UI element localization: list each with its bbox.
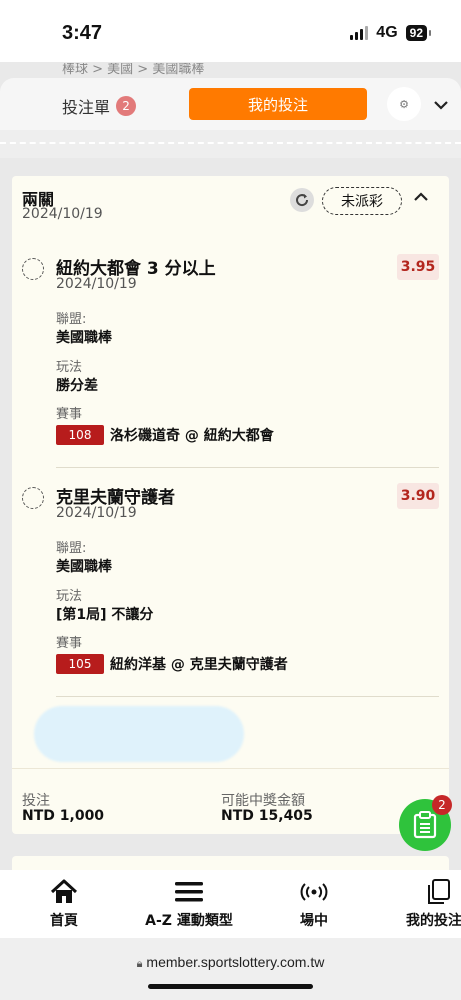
- chevron-down-icon[interactable]: [434, 95, 448, 114]
- footer-divider: [12, 768, 449, 769]
- market-label: 玩法: [56, 360, 83, 375]
- leg-divider: [56, 696, 439, 697]
- status-bar: 3:47 4G 92: [0, 0, 461, 62]
- chevron-up-icon[interactable]: [414, 190, 428, 206]
- selection-date: 2024/10/19: [56, 505, 137, 521]
- pending-icon: [22, 487, 44, 509]
- pending-icon: [22, 258, 44, 280]
- nav-home[interactable]: 首頁: [44, 878, 84, 930]
- bottom-nav: 首頁 A-Z 運動類型 場中 我的投注: [0, 870, 461, 938]
- bet-card: 兩關 2024/10/19 未派彩 紐約大都會 3 分以上 2024/10/19…: [12, 176, 449, 834]
- my-bets-button[interactable]: 我的投注: [189, 88, 367, 120]
- browser-address-bar: 🔒︎ member.sportslottery.com.tw: [0, 938, 461, 1000]
- market-label: 玩法: [56, 589, 83, 604]
- event-row: 105 紐約洋基 @ 克里夫蘭守護者: [56, 654, 288, 674]
- nav-home-label: 首頁: [50, 913, 78, 929]
- perforation-divider: [0, 130, 461, 158]
- tab-bet-slip[interactable]: 投注單 2: [62, 94, 137, 118]
- clipboard-icon: [413, 811, 437, 839]
- stake-label: 投注: [22, 793, 50, 809]
- home-indicator[interactable]: [148, 984, 313, 989]
- bet-leg: 克里夫蘭守護者 2024/10/19 3.90 聯盟: 美國職棒 玩法 [第1局…: [12, 483, 449, 683]
- nav-az-sports[interactable]: A-Z 運動類型: [139, 878, 239, 930]
- fab-count-badge: 2: [432, 795, 452, 815]
- league-label: 聯盟:: [56, 541, 87, 556]
- nav-my-bets-label: 我的投注: [406, 913, 461, 929]
- bet-slip-count: 2: [116, 96, 137, 116]
- market-value: [第1局] 不讓分: [56, 607, 154, 623]
- status-indicators: 4G 92: [350, 24, 432, 42]
- redacted-area: [34, 706, 244, 762]
- nav-live-label: 場中: [300, 913, 328, 929]
- event-row: 108 洛杉磯道奇 @ 紐約大都會: [56, 425, 274, 445]
- status-badge: 未派彩: [322, 187, 402, 215]
- odds-badge: 3.95: [397, 254, 439, 280]
- url-text: member.sportslottery.com.tw: [146, 954, 325, 970]
- status-time: 3:47: [62, 22, 103, 44]
- payout-label: 可能中獎金額: [221, 793, 305, 809]
- event-id-badge: 105: [56, 654, 104, 674]
- odds-badge: 3.90: [397, 483, 439, 509]
- event-name: 洛杉磯道奇 @ 紐約大都會: [110, 428, 274, 444]
- my-bets-icon: [426, 878, 452, 906]
- event-id-badge: 108: [56, 425, 104, 445]
- nav-live[interactable]: 場中: [294, 878, 334, 930]
- league-value: 美國職棒: [56, 559, 112, 575]
- league-value: 美國職棒: [56, 330, 112, 346]
- leg-divider: [56, 467, 439, 468]
- network-type: 4G: [376, 24, 398, 41]
- url-field[interactable]: 🔒︎ member.sportslottery.com.tw: [0, 954, 461, 971]
- bet-date: 2024/10/19: [22, 206, 103, 222]
- settings-button[interactable]: ⚙: [387, 87, 421, 121]
- event-label: 賽事: [56, 636, 83, 651]
- lock-icon: 🔒︎: [136, 958, 143, 970]
- bet-slip-label: 投注單: [62, 98, 111, 117]
- menu-icon: [175, 878, 203, 906]
- live-icon: [300, 878, 328, 906]
- event-name: 紐約洋基 @ 克里夫蘭守護者: [110, 657, 288, 673]
- signal-icon: [350, 26, 369, 40]
- league-label: 聯盟:: [56, 312, 87, 327]
- stake-value: NTD 1,000: [22, 808, 105, 824]
- home-icon: [50, 878, 78, 906]
- payout-value: NTD 15,405: [221, 808, 313, 824]
- nav-my-bets[interactable]: 我的投注: [398, 878, 461, 930]
- nav-az-sports-label: A-Z 運動類型: [145, 913, 233, 929]
- refresh-icon[interactable]: [290, 188, 314, 212]
- battery-icon: 92: [405, 25, 432, 41]
- gear-icon: ⚙: [399, 97, 409, 111]
- selection-date: 2024/10/19: [56, 276, 137, 292]
- event-label: 賽事: [56, 407, 83, 422]
- market-value: 勝分差: [56, 378, 98, 394]
- bet-leg: 紐約大都會 3 分以上 2024/10/19 3.95 聯盟: 美國職棒 玩法 …: [12, 254, 449, 454]
